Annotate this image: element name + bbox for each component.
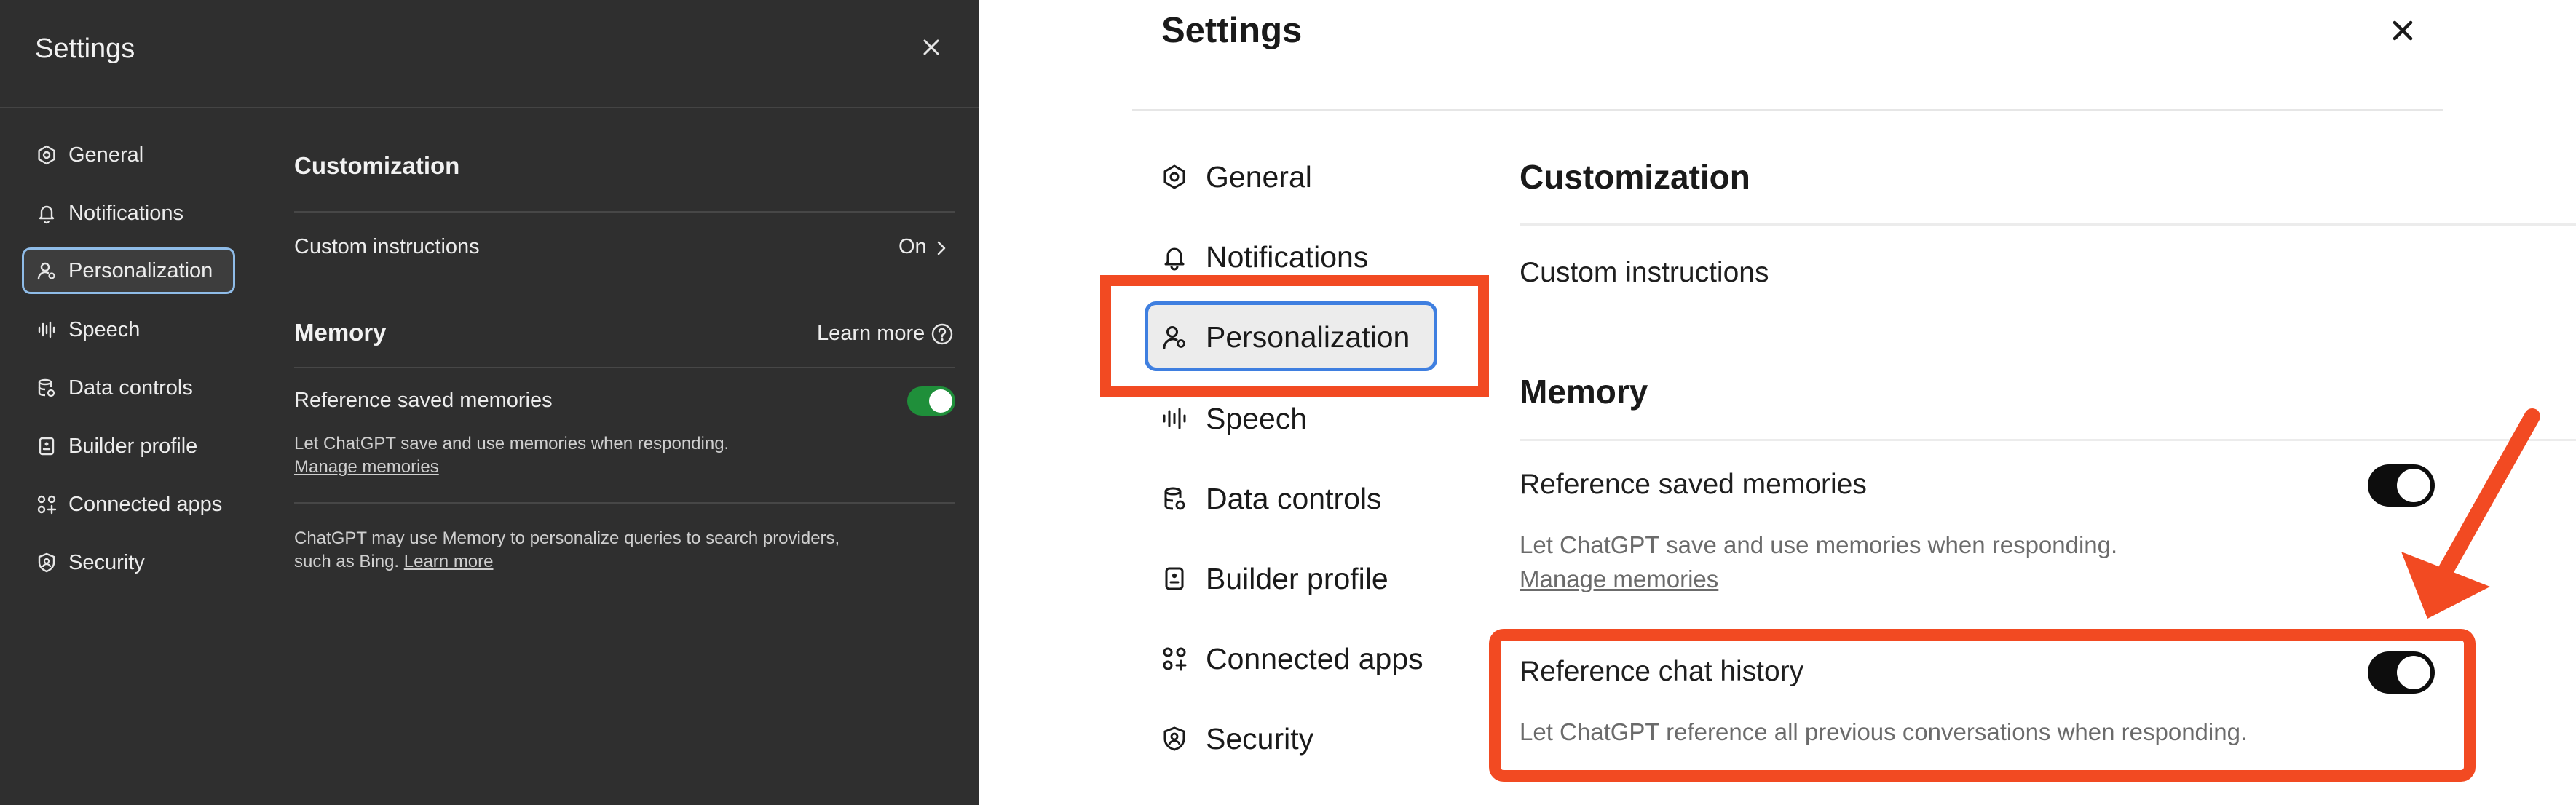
close-icon xyxy=(923,39,939,55)
dialog-title: Settings xyxy=(35,33,135,64)
nav-label-security: Security xyxy=(68,551,145,574)
memory-heading: Memory xyxy=(1520,373,1648,411)
memory-footnote-line1: ChatGPT may use Memory to personalize qu… xyxy=(294,528,840,548)
help-circle-icon xyxy=(931,322,954,346)
nav-label-notifications: Notifications xyxy=(68,202,183,225)
nav-item-personalization[interactable]: Personalization xyxy=(22,247,235,294)
learn-more-label: Learn more xyxy=(817,322,925,345)
customization-divider xyxy=(1520,223,2576,226)
nav-item-notifications[interactable]: Notifications xyxy=(22,190,235,237)
nav-label-builder-profile: Builder profile xyxy=(1206,562,1388,595)
database-icon xyxy=(36,378,57,398)
memory-footnote-text: such as Bing. xyxy=(294,552,400,571)
shield-icon xyxy=(1161,726,1188,752)
close-button[interactable] xyxy=(920,36,942,58)
gear-icon xyxy=(36,145,57,165)
id-card-icon xyxy=(36,436,57,456)
database-icon xyxy=(1161,485,1188,512)
apps-grid-icon xyxy=(36,494,57,515)
customization-heading: Customization xyxy=(1520,158,1750,196)
nav-label-security: Security xyxy=(1206,722,1314,756)
personalization-highlight-box xyxy=(1100,275,1489,397)
settings-dialog-dark: Settings General Notifications Personali… xyxy=(0,0,979,805)
customization-divider xyxy=(294,211,955,213)
annotation-arrow-icon xyxy=(2401,408,2540,619)
nav-item-security[interactable]: Security xyxy=(1145,703,1437,773)
nav-item-data-controls[interactable]: Data controls xyxy=(22,365,235,411)
nav-label-data-controls: Data controls xyxy=(1206,482,1382,515)
waveform-icon xyxy=(1161,405,1188,432)
nav-label-builder-profile: Builder profile xyxy=(68,435,198,458)
close-icon xyxy=(2393,20,2413,41)
memory-footnote-line2: such as Bing. Learn more xyxy=(294,550,494,574)
custom-instructions-row[interactable]: Custom instructions On xyxy=(1520,254,2576,292)
nav-item-builder-profile[interactable]: Builder profile xyxy=(22,423,235,469)
person-icon xyxy=(36,261,57,281)
nav-item-builder-profile[interactable]: Builder profile xyxy=(1145,543,1437,613)
custom-instructions-label: Custom instructions xyxy=(1520,257,1769,288)
reference-saved-memories-toggle[interactable] xyxy=(907,386,955,416)
custom-instructions-row[interactable]: Custom instructions On xyxy=(294,231,955,263)
id-card-icon xyxy=(1161,566,1188,592)
reference-saved-memories-description: Let ChatGPT save and use memories when r… xyxy=(294,434,730,453)
nav-label-connected-apps: Connected apps xyxy=(68,493,223,516)
memory-learn-more-link[interactable]: Learn more xyxy=(817,321,955,347)
bell-icon xyxy=(36,203,57,224)
nav-label-general: General xyxy=(68,143,144,167)
manage-memories-link[interactable]: Manage memories xyxy=(294,456,439,479)
nav-item-data-controls[interactable]: Data controls xyxy=(1145,463,1437,533)
shield-icon xyxy=(36,552,57,573)
nav-label-notifications: Notifications xyxy=(1206,240,1369,274)
nav-label-personalization: Personalization xyxy=(68,259,213,282)
close-button[interactable] xyxy=(2391,19,2414,42)
reference-saved-memories-label: Reference saved memories xyxy=(1520,469,1867,500)
waveform-icon xyxy=(36,320,57,340)
memory-heading: Memory xyxy=(294,319,387,346)
nav-label-general: General xyxy=(1206,160,1312,194)
customization-heading: Customization xyxy=(294,152,460,179)
nav-item-speech[interactable]: Speech xyxy=(22,306,235,353)
chevron-right-icon xyxy=(936,240,947,256)
manage-memories-link[interactable]: Manage memories xyxy=(1520,564,1718,595)
dialog-title: Settings xyxy=(1161,11,1303,50)
nav-item-general[interactable]: General xyxy=(22,132,235,178)
nav-label-connected-apps: Connected apps xyxy=(1206,642,1423,675)
gear-icon xyxy=(1161,164,1188,190)
custom-instructions-label: Custom instructions xyxy=(294,235,480,258)
chat-history-highlight-box xyxy=(1489,629,2476,782)
reference-saved-memories-description: Let ChatGPT save and use memories when r… xyxy=(1520,531,2118,558)
nav-item-general[interactable]: General xyxy=(1145,141,1437,211)
nav-label-speech: Speech xyxy=(68,318,141,341)
memory-footnote-divider xyxy=(294,502,955,504)
nav-label-speech: Speech xyxy=(1206,402,1308,435)
reference-saved-memories-label: Reference saved memories xyxy=(294,389,553,412)
header-divider xyxy=(1132,109,2443,111)
memory-divider xyxy=(294,367,955,368)
nav-item-connected-apps[interactable]: Connected apps xyxy=(1145,623,1437,693)
toggle-knob xyxy=(929,389,952,413)
footnote-learn-more-link[interactable]: Learn more xyxy=(404,552,494,571)
header-divider xyxy=(0,107,979,108)
nav-label-data-controls: Data controls xyxy=(68,376,193,400)
apps-grid-icon xyxy=(1161,646,1188,672)
custom-instructions-value: On xyxy=(898,235,927,258)
bell-icon xyxy=(1161,244,1188,271)
nav-item-connected-apps[interactable]: Connected apps xyxy=(22,481,235,528)
nav-item-security[interactable]: Security xyxy=(22,539,235,586)
